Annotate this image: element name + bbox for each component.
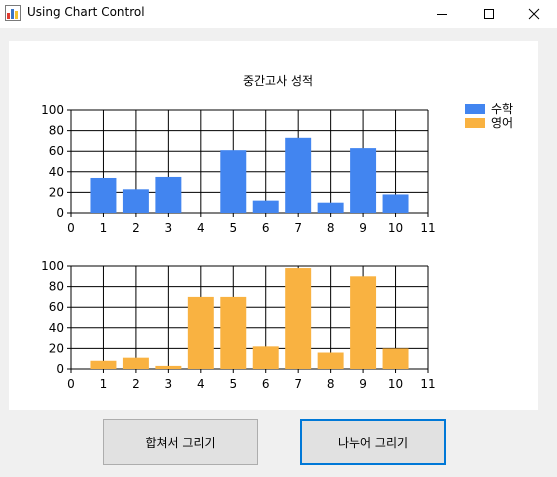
x-tick-label: 3 xyxy=(165,377,173,391)
y-tick-label: 60 xyxy=(49,144,64,158)
bar-math-5[interactable] xyxy=(220,150,247,213)
x-tick-label: 4 xyxy=(197,221,205,235)
chart-app-icon xyxy=(5,5,21,21)
draw-split-label: 나누어 그리기 xyxy=(337,435,409,450)
bar-math-1[interactable] xyxy=(90,177,117,213)
bar-math-3[interactable] xyxy=(155,176,182,213)
y-tick-label: 20 xyxy=(49,341,64,355)
close-button[interactable] xyxy=(511,0,557,28)
legend: 수학 영어 xyxy=(465,102,513,130)
x-tick-label: 5 xyxy=(229,221,237,235)
y-tick-label: 80 xyxy=(49,280,64,294)
draw-split-button[interactable]: 나누어 그리기 xyxy=(300,419,446,465)
chart-control: 중간고사 성적 수학 영어 0 1 2 3 4 5 6 7 8 9 10 11 0 20 40 60 80 100… xyxy=(9,41,538,410)
x-tick-label: 3 xyxy=(165,221,173,235)
legend-swatch-math xyxy=(465,104,485,114)
x-tick-label: 1 xyxy=(100,221,108,235)
chart-area-english: 0 1 2 3 4 5 6 7 8 9 10 11 0 20 40 60 80 100 xyxy=(41,259,436,391)
bar-english-7[interactable] xyxy=(285,268,312,369)
chart-svg: 중간고사 성적 수학 영어 0 1 2 3 4 5 6 7 8 9 10 11020406080100… xyxy=(41,74,513,391)
x-tick-label: 7 xyxy=(294,221,302,235)
bar-english-9[interactable] xyxy=(350,276,377,369)
bar-english-8[interactable] xyxy=(317,352,344,369)
x-tick-label: 4 xyxy=(197,377,205,391)
bar-math-9[interactable] xyxy=(350,148,377,213)
y-tick-label: 40 xyxy=(49,321,64,335)
window-title: Using Chart Control xyxy=(27,5,145,19)
y-tick-label: 20 xyxy=(49,185,64,199)
x-tick-label: 8 xyxy=(327,221,335,235)
chart-area-math: 0 1 2 3 4 5 6 7 8 9 10 11 0 20 40 60 80 100 xyxy=(41,103,436,235)
x-tick-label: 0 xyxy=(67,377,75,391)
y-tick-label: 0 xyxy=(56,362,64,376)
x-tick-label: 7 xyxy=(294,377,302,391)
y-tick-label: 80 xyxy=(49,124,64,138)
x-tick-label: 8 xyxy=(327,377,335,391)
legend-label-math: 수학 xyxy=(491,102,513,116)
close-icon xyxy=(528,8,540,20)
x-tick-label: 6 xyxy=(262,377,270,391)
draw-combined-button[interactable]: 합쳐서 그리기 xyxy=(103,419,258,465)
x-tick-label: 6 xyxy=(262,221,270,235)
x-tick-label: 1 xyxy=(100,377,108,391)
maximize-button[interactable] xyxy=(466,0,512,28)
bar-math-10[interactable] xyxy=(382,194,409,213)
bar-english-2[interactable] xyxy=(122,357,149,369)
x-tick-label: 9 xyxy=(359,377,367,391)
bar-english-6[interactable] xyxy=(252,346,279,369)
bar-english-4[interactable] xyxy=(187,296,214,369)
x-tick-label: 11 xyxy=(420,221,435,235)
bar-math-7[interactable] xyxy=(285,137,312,213)
chart-title: 중간고사 성적 xyxy=(243,74,313,88)
y-tick-label: 40 xyxy=(49,165,64,179)
app-window: Using Chart Control 중간고사 성적 수학 영어 0 1 2 … xyxy=(0,0,557,477)
bar-english-1[interactable] xyxy=(90,360,117,369)
x-tick-label: 5 xyxy=(229,377,237,391)
x-tick-label: 2 xyxy=(132,377,140,391)
draw-combined-label: 합쳐서 그리기 xyxy=(145,435,216,450)
bar-math-8[interactable] xyxy=(317,202,344,213)
x-tick-label: 10 xyxy=(388,221,403,235)
legend-label-english: 영어 xyxy=(491,116,513,130)
x-tick-label: 9 xyxy=(359,221,367,235)
bar-english-10[interactable] xyxy=(382,348,409,369)
x-tick-label: 10 xyxy=(388,377,403,391)
x-tick-label: 11 xyxy=(420,377,435,391)
bar-math-2[interactable] xyxy=(122,189,149,213)
bar-math-6[interactable] xyxy=(252,200,279,213)
y-tick-label: 100 xyxy=(41,103,64,117)
y-tick-label: 60 xyxy=(49,300,64,314)
y-tick-label: 100 xyxy=(41,259,64,273)
bar-english-3[interactable] xyxy=(155,365,182,369)
minimize-button[interactable] xyxy=(419,0,465,28)
x-tick-label: 0 xyxy=(67,221,75,235)
x-tick-label: 2 xyxy=(132,221,140,235)
legend-swatch-english xyxy=(465,118,485,128)
minimize-icon xyxy=(437,14,447,15)
title-bar[interactable]: Using Chart Control xyxy=(0,0,557,28)
maximize-icon xyxy=(484,9,494,19)
bar-english-5[interactable] xyxy=(220,296,247,369)
y-tick-label: 0 xyxy=(56,206,64,220)
